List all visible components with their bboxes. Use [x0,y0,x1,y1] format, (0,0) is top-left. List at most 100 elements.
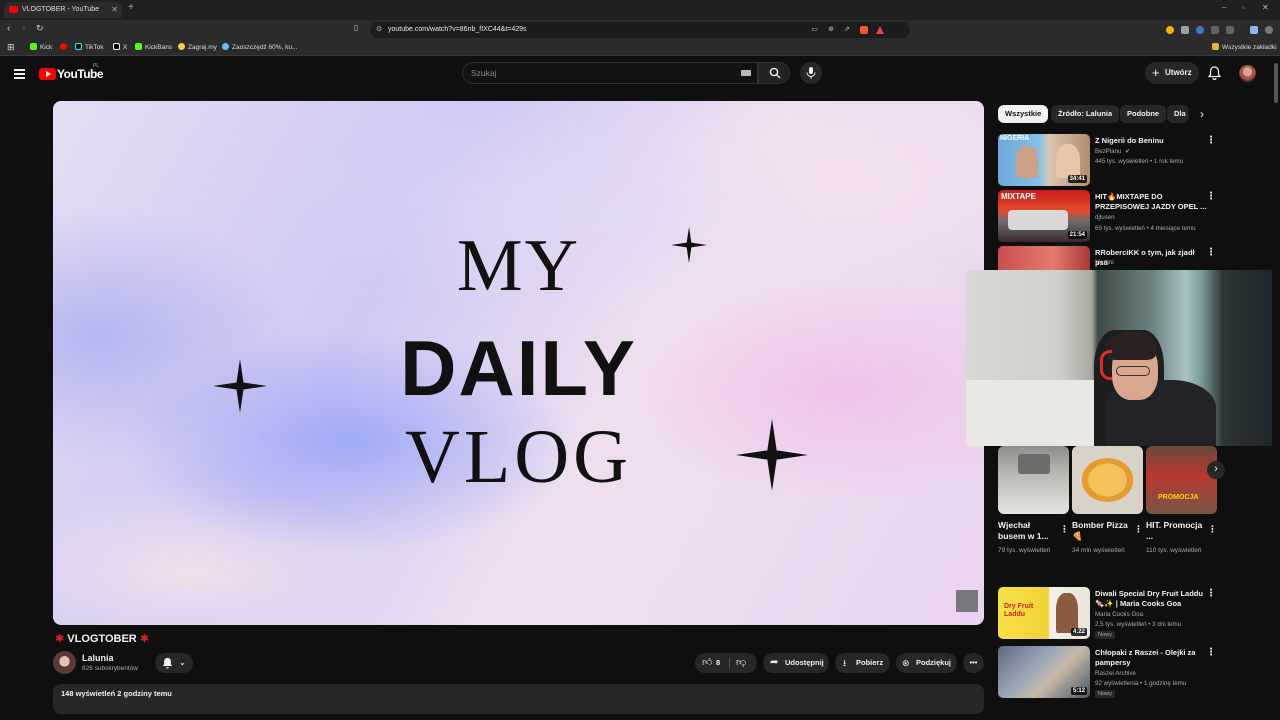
search-input[interactable]: Szukaj [462,62,758,84]
menu-hamburger-icon[interactable] [14,69,25,79]
video-thumbnail[interactable]: Dry Fruit Laddu 4:22 [998,587,1090,639]
chip-all[interactable]: Wszystkie [998,105,1049,123]
chip-related[interactable]: Podobne [1120,105,1167,123]
extension-icon[interactable] [1181,26,1189,34]
back-icon[interactable]: ‹ [7,23,10,34]
short-title[interactable]: Bomber Pizza🍕 [1072,520,1130,542]
share-page-icon[interactable]: ⇗ [844,22,850,38]
short-thumbnail[interactable]: PROMOCJA [1146,446,1217,514]
bookmark-page-icon[interactable]: ▯ [354,23,358,32]
address-bar[interactable]: ⚙ youtube.com/watch?v=86nb_fIXC44&t=429s… [370,22,910,38]
more-vertical-icon[interactable]: ⋮ [1206,136,1216,146]
recommendation-item[interactable]: NIGERIA 34:41 Z Nigerii do Beninu BezPla… [998,134,1234,186]
channel-avatar[interactable] [53,651,76,674]
extension-icon[interactable] [1211,26,1219,34]
subscription-bell-button[interactable]: ⌄ [155,653,193,673]
bookmark-zagraj[interactable]: Zagraj.my [178,42,217,54]
chip-from-channel[interactable]: Źródło: Lalunia [1051,105,1120,123]
thanks-button[interactable]: ⊛ Podziękuj [896,653,957,673]
download-button[interactable]: ⭳ Pobierz [835,653,890,673]
short-title[interactable]: HIT. Promocja ... [1146,520,1204,542]
more-vertical-icon[interactable]: ⋮ [1206,589,1216,599]
recommendation-channel[interactable]: BezPlanu [1095,148,1122,155]
chips-next-chevron-icon[interactable]: › [1200,107,1204,121]
short-item[interactable]: PROMOCJA HIT. Promocja ... 110 tys. wyśw… [1146,446,1217,556]
recommendation-item[interactable]: RRoberciKK o tym, jak zjadł psa Martini … [998,246,1234,270]
more-vertical-icon[interactable]: ⋮ [1060,524,1069,535]
extension-icon[interactable] [1196,26,1204,34]
short-title[interactable]: Wjechał busem w 1... [998,520,1056,542]
bookmark-youtube[interactable] [60,42,70,54]
rewards-icon[interactable] [876,26,884,34]
bookmark-kickbans[interactable]: KickBans [135,42,172,54]
short-views: 34 mln wyświetleń [1072,547,1125,554]
apps-grid-icon[interactable]: ⊞ [7,42,15,53]
bookmark-x[interactable]: X [113,42,127,54]
recommendation-title[interactable]: Chłopaki z Raszei - Olejki za pampersy [1095,648,1207,668]
voice-search-button[interactable] [800,62,822,84]
media-icon[interactable] [1250,26,1258,34]
short-thumbnail[interactable] [998,446,1069,514]
description-box[interactable]: 148 wyświetleń 2 godziny temu [53,684,984,714]
share-button[interactable]: ➦ Udostępnij [763,653,829,673]
recommendation-channel[interactable]: djlusen [1095,214,1115,221]
channel-name[interactable]: Lalunia [82,653,114,663]
window-close-icon[interactable]: ✕ [1262,3,1269,12]
recommendation-item[interactable]: Dry Fruit Laddu 4:22 Diwali Special Dry … [998,587,1234,639]
maximize-icon[interactable]: ▫ [1242,3,1245,12]
more-vertical-icon[interactable]: ⋮ [1208,524,1217,535]
tab-close-icon[interactable]: ✕ [111,2,118,18]
short-item[interactable]: Bomber Pizza🍕 34 mln wyświetleń ⋮ [1072,446,1143,556]
scrollbar-thumb[interactable] [1274,63,1278,103]
search-button[interactable] [758,62,790,84]
short-thumbnail[interactable] [1072,446,1143,514]
create-button[interactable]: + Utwórz [1145,62,1199,84]
extensions-puzzle-icon[interactable] [1226,26,1234,34]
reload-icon[interactable]: ↻ [36,23,44,34]
recommendation-item[interactable]: MIXTAPE 21:54 HIT🔥MIXTAPE DO PRZEPISOWEJ… [998,190,1234,242]
more-vertical-icon[interactable]: ⋮ [1134,524,1143,535]
bookmark-steam[interactable]: Zaoszczędź 60%, ku... [222,42,297,54]
video-thumbnail[interactable]: MIXTAPE 21:54 [998,190,1090,242]
extension-icon[interactable] [1166,26,1174,34]
headphones-shape [1100,350,1112,380]
new-tab-icon[interactable]: + [128,2,134,13]
recommendation-meta: 92 wyświetlenia • 1 godzinę temu [1095,680,1187,687]
more-actions-button[interactable]: ••• [963,653,984,673]
more-vertical-icon[interactable]: ⋮ [1206,192,1216,202]
page-scrollbar[interactable] [1272,57,1280,700]
video-thumbnail[interactable]: NIGERIA 34:41 [998,134,1090,186]
site-info-icon[interactable]: ⚙ [376,22,382,38]
channel-watermark[interactable] [956,590,978,612]
bookmark-tiktok[interactable]: TikTok [75,42,104,54]
all-bookmarks-folder[interactable]: Wszystkie zakładki [1212,42,1277,54]
recommendation-title[interactable]: HIT🔥MIXTAPE DO PRZEPISOWEJ JAZDY OPEL ..… [1095,192,1207,212]
more-vertical-icon[interactable]: ⋮ [1206,648,1216,658]
notifications-bell-icon[interactable] [1208,66,1221,80]
recommendation-channel[interactable]: Martini [1095,259,1114,266]
bookmark-kick[interactable]: Kick [30,42,52,54]
video-player[interactable]: MY DAILY VLOG [53,101,984,625]
dislike-button[interactable]: 👎︎ [736,653,746,673]
recommendation-title[interactable]: Diwali Special Dry Fruit Laddu 🍬✨ | Mari… [1095,589,1207,609]
cast-icon[interactable]: ▭ [811,22,818,38]
recommendation-channel[interactable]: Raszei Archive [1095,670,1136,677]
forward-icon[interactable]: › [22,23,25,34]
menu-icon[interactable] [1265,26,1273,34]
video-thumbnail[interactable] [998,246,1090,270]
browser-tab[interactable]: VLOGTOBER - YouTube ✕ [4,2,122,18]
minimize-icon[interactable]: – [1222,3,1226,12]
recommendation-title[interactable]: Z Nigerii do Beninu [1095,136,1207,146]
like-button[interactable]: 👍︎ 8 [695,653,729,673]
more-vertical-icon[interactable]: ⋮ [1206,248,1216,258]
short-item[interactable]: Wjechał busem w 1... 79 tys. wyświetleń … [998,446,1069,556]
video-thumbnail[interactable]: 5:12 [998,646,1090,698]
recommendation-channel[interactable]: Maria Cooks Goa [1095,611,1143,618]
shorts-next-chevron-icon[interactable]: › [1207,461,1225,479]
keyboard-icon[interactable] [741,70,751,76]
zoom-icon[interactable]: ⊕ [828,22,834,38]
recommendation-item[interactable]: 5:12 Chłopaki z Raszei - Olejki za pampe… [998,646,1234,698]
account-avatar[interactable] [1239,65,1256,82]
chip-for-you[interactable]: Dla [1167,105,1189,123]
brave-shield-icon[interactable] [860,26,868,34]
